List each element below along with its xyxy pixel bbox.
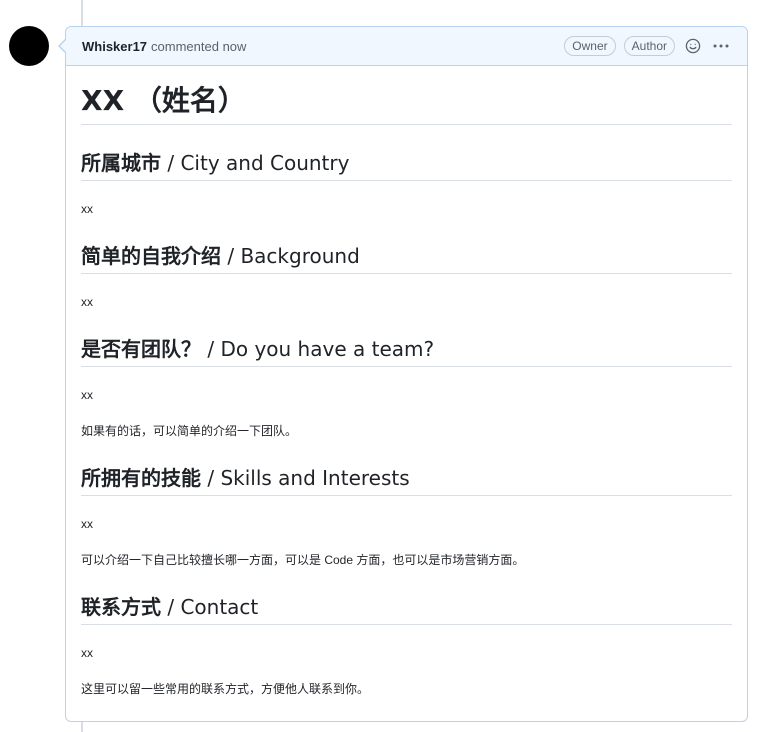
section-heading: 所属城市 / City and Country — [81, 125, 732, 181]
section-value: xx — [81, 388, 93, 402]
section-heading-en: / Contact — [161, 595, 259, 619]
section-heading-zh: 简单的自我介绍 — [81, 244, 221, 268]
comment-author-link[interactable]: Whisker17 — [82, 39, 147, 54]
document-title: XX （姓名） — [81, 66, 732, 125]
section-note: 可以介绍一下自己比较擅长哪一方面，可以是 Code 方面，也可以是市场营销方面。 — [81, 553, 525, 567]
section-heading: 联系方式 / Contact — [81, 569, 732, 625]
section-heading: 是否有团队？ / Do you have a team? — [81, 311, 732, 367]
section-note: 如果有的话，可以简单的介绍一下团队。 — [81, 424, 298, 438]
section-city: 所属城市 / City and Country xx — [81, 125, 732, 218]
avatar[interactable] — [9, 26, 49, 66]
section-heading-zh: 所属城市 — [81, 151, 161, 175]
comment-timestamp[interactable]: commented now — [151, 39, 246, 54]
section-value: xx — [81, 517, 93, 531]
section-team: 是否有团队？ / Do you have a team? xx 如果有的话，可以… — [81, 311, 732, 440]
section-heading: 所拥有的技能 / Skills and Interests — [81, 440, 732, 496]
comment-header: Whisker17 commented now Owner Author — [66, 27, 747, 66]
section-heading-en: / Do you have a team? — [201, 337, 435, 361]
section-contact: 联系方式 / Contact xx 这里可以留一些常用的联系方式，方便他人联系到… — [81, 569, 732, 698]
section-heading-en: / City and Country — [161, 151, 350, 175]
section-skills: 所拥有的技能 / Skills and Interests xx 可以介绍一下自… — [81, 440, 732, 569]
comment-body: XX （姓名） 所属城市 / City and Country xx 简单的自我… — [66, 66, 747, 698]
section-heading-en: / Background — [221, 244, 360, 268]
section-background: 简单的自我介绍 / Background xx — [81, 218, 732, 311]
section-value: xx — [81, 202, 93, 216]
section-heading-zh: 联系方式 — [81, 595, 161, 619]
kebab-horizontal-icon[interactable] — [711, 36, 731, 56]
section-value: xx — [81, 295, 93, 309]
comment-box: Whisker17 commented now Owner Author XX … — [58, 26, 748, 722]
owner-badge: Owner — [564, 36, 616, 56]
section-heading-en: / Skills and Interests — [201, 466, 410, 490]
section-note: 这里可以留一些常用的联系方式，方便他人联系到你。 — [81, 682, 370, 696]
section-heading-zh: 是否有团队？ — [81, 337, 201, 361]
section-heading: 简单的自我介绍 / Background — [81, 218, 732, 274]
comment-header-actions: Owner Author — [564, 36, 731, 56]
author-badge: Author — [623, 36, 675, 56]
section-value: xx — [81, 646, 93, 660]
section-heading-zh: 所拥有的技能 — [81, 466, 201, 490]
smiley-icon[interactable] — [683, 36, 703, 56]
